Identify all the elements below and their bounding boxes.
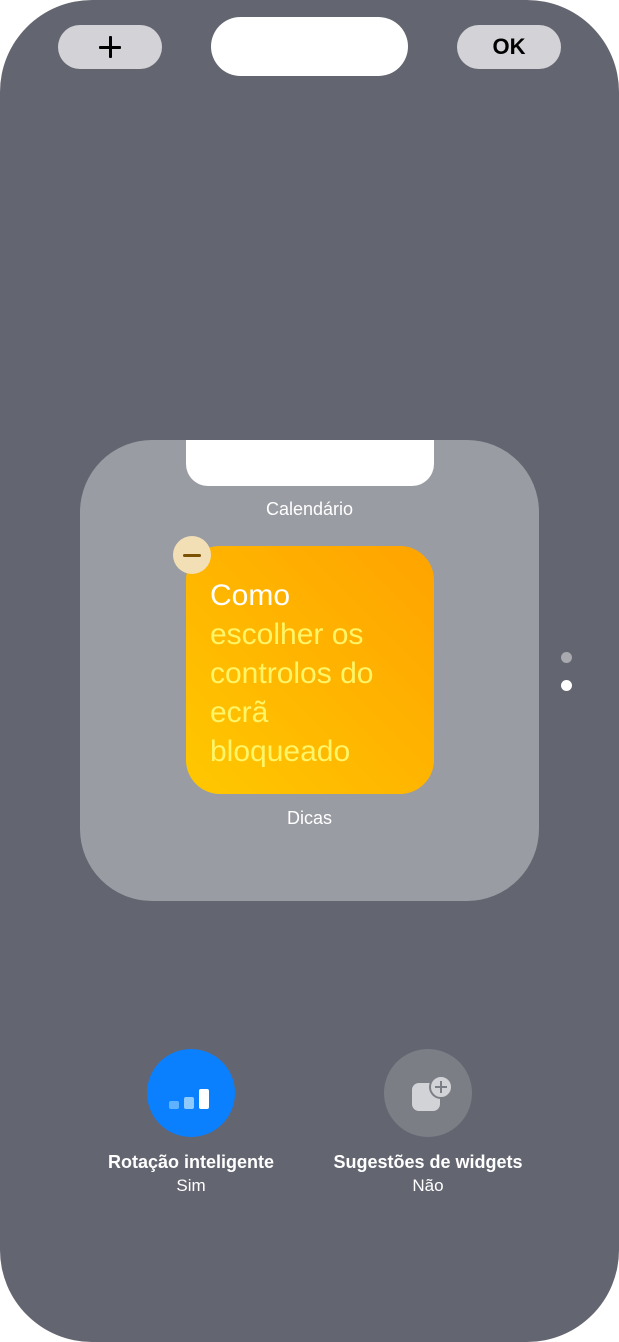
tips-widget[interactable]: Como escolher os controlos do ecrã bloqu… [186, 546, 434, 794]
calendar-widget-label: Calendário [265, 499, 354, 519]
tips-text-line: controlos do [210, 657, 374, 690]
page-dot-active[interactable] [561, 680, 572, 691]
smart-rotate-title: Rotação inteligente [107, 1152, 275, 1172]
smart-rotate-value: Sim [176, 1176, 206, 1195]
widget-suggestions-caption: Sugestões de widgets Não [298, 1150, 558, 1198]
add-widget-button[interactable] [58, 25, 162, 69]
signal-bars-icon [169, 1085, 213, 1109]
page-dot[interactable] [561, 652, 572, 663]
tips-widget-label: Dicas [286, 808, 332, 828]
smart-rotate-toggle[interactable] [147, 1049, 235, 1137]
stack-edit-screen: OK Calendário Como escolher os controlos… [0, 0, 619, 1342]
tips-text-line: escolher os [210, 618, 364, 651]
calendar-widget[interactable] [186, 440, 434, 486]
dynamic-island [211, 17, 408, 76]
tips-text-line: Como [210, 579, 291, 612]
tips-text-line: ecrã [210, 696, 269, 729]
plus-icon [99, 36, 121, 58]
minus-icon [183, 553, 201, 557]
widget-suggestions-toggle[interactable] [384, 1049, 472, 1137]
widget-suggestions-title: Sugestões de widgets [333, 1152, 523, 1172]
widget-stack: Calendário Como escolher os controlos do… [80, 440, 539, 901]
smart-rotate-caption: Rotação inteligente Sim [61, 1150, 321, 1198]
widget-add-icon [412, 1075, 453, 1111]
widget-suggestions-value: Não [412, 1176, 444, 1195]
remove-widget-button[interactable] [173, 536, 211, 574]
tips-text-line: bloqueado [210, 735, 351, 768]
done-button[interactable]: OK [457, 25, 561, 69]
